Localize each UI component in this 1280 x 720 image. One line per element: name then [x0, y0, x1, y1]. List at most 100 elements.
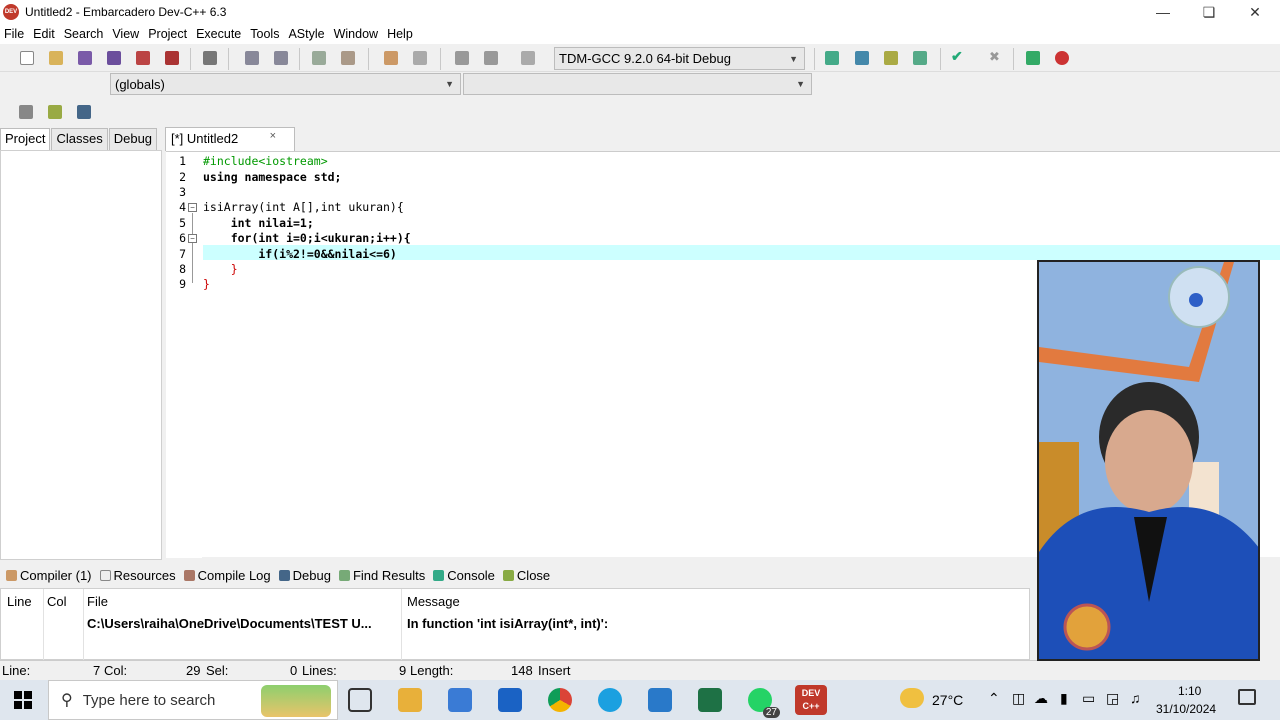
tab-label: Compile Log	[197, 567, 271, 583]
edge-icon[interactable]	[598, 688, 622, 712]
member-select[interactable]: ▼	[463, 73, 812, 95]
print-icon[interactable]	[203, 51, 217, 65]
weather-temperature[interactable]: 27°C	[932, 692, 963, 708]
chevron-up-icon[interactable]: ⌃	[988, 690, 1000, 707]
devcpp-taskbar-icon[interactable]: DEV C++	[795, 685, 827, 715]
debug-icon[interactable]	[1055, 51, 1069, 65]
status-sel-value: 0	[290, 663, 298, 678]
vscode-icon[interactable]	[648, 688, 672, 712]
onedrive-icon[interactable]: ☁	[1034, 690, 1048, 707]
rebuild-all-icon[interactable]	[913, 51, 927, 65]
open-file-icon[interactable]	[49, 51, 63, 65]
column-header-col[interactable]: Col	[47, 594, 67, 609]
indent-icon[interactable]	[455, 51, 469, 65]
menu-window[interactable]: Window	[334, 27, 378, 41]
new-project-icon[interactable]	[19, 105, 33, 119]
redo-icon[interactable]	[413, 51, 427, 65]
tab-classes[interactable]: Classes	[51, 128, 108, 150]
volume-icon[interactable]: ♫	[1130, 690, 1141, 706]
unindent-icon[interactable]	[484, 51, 498, 65]
run-icon[interactable]	[855, 51, 869, 65]
search-highlight-image	[261, 685, 331, 717]
compile-run-icon[interactable]	[884, 51, 898, 65]
restore-button[interactable]: ❏	[1186, 0, 1232, 24]
outlook-icon[interactable]	[498, 688, 522, 712]
close-file-icon[interactable]	[136, 51, 150, 65]
menu-execute[interactable]: Execute	[196, 27, 241, 41]
tab-debug-output[interactable]: Debug	[277, 566, 333, 585]
close-tab-icon[interactable]: ×	[270, 130, 276, 142]
save-icon[interactable]	[78, 51, 92, 65]
tab-find-results[interactable]: Find Results	[337, 566, 427, 585]
weather-icon[interactable]	[900, 688, 924, 708]
syntax-check-icon[interactable]: ✔	[951, 48, 967, 64]
table-cell-file[interactable]: C:\Users\raiha\OneDrive\Documents\TEST U…	[87, 616, 372, 631]
tab-project[interactable]: Project	[0, 128, 51, 150]
menu-help[interactable]: Help	[387, 27, 413, 41]
fold-minus-icon[interactable]: −	[188, 234, 197, 243]
new-file-icon[interactable]	[20, 51, 34, 65]
column-header-message[interactable]: Message	[407, 594, 460, 609]
code-line: int nilai=1;	[203, 216, 314, 230]
column-header-file[interactable]: File	[87, 594, 108, 609]
notifications-icon[interactable]	[1238, 689, 1256, 705]
fold-minus-icon[interactable]: −	[188, 203, 197, 212]
scope-select[interactable]: (globals) ▼	[110, 73, 461, 95]
tab-close[interactable]: Close	[501, 566, 552, 585]
add-to-project-icon[interactable]	[48, 105, 62, 119]
menu-view[interactable]: View	[112, 27, 139, 41]
bookmark-icon[interactable]	[341, 51, 355, 65]
chrome-icon[interactable]	[548, 688, 572, 712]
tab-console[interactable]: Console	[431, 566, 497, 585]
tab-debug[interactable]: Debug	[108, 128, 158, 150]
taskbar-search-input[interactable]: ⚲ Type here to search	[48, 680, 338, 720]
undo-icon[interactable]	[384, 51, 398, 65]
code-line: if(i%2!=0&&nilai<=6)	[203, 247, 397, 261]
close-all-icon[interactable]	[165, 51, 179, 65]
minimize-button[interactable]: —	[1140, 0, 1186, 24]
menu-edit[interactable]: Edit	[33, 27, 55, 41]
compile-icon[interactable]	[825, 51, 839, 65]
menu-file[interactable]: File	[4, 27, 24, 41]
line-number-gutter: 1 2 3 4 5 6 7 8 9 − −	[166, 152, 202, 558]
compiler-messages-table[interactable]: Line Col File Message C:\Users\raiha\One…	[0, 588, 1030, 661]
tab-compile-log[interactable]: Compile Log	[182, 566, 273, 585]
menu-astyle[interactable]: AStyle	[288, 27, 324, 41]
project-options-icon[interactable]	[77, 105, 91, 119]
close-window-button[interactable]: ✕	[1232, 0, 1278, 24]
clock-date[interactable]: 31/10/2024	[1156, 702, 1216, 716]
start-button[interactable]	[0, 680, 46, 720]
column-header-line[interactable]: Line	[7, 594, 32, 609]
left-panel-tabs: Project Classes Debug	[0, 128, 162, 150]
goto-line-icon[interactable]	[312, 51, 326, 65]
tab-resources[interactable]: Resources	[98, 566, 178, 585]
table-cell-message[interactable]: In function 'int isiArray(int*, int)':	[407, 616, 608, 631]
file-explorer-icon[interactable]	[398, 688, 422, 712]
profile-icon[interactable]	[1026, 51, 1040, 65]
battery-icon[interactable]: ▭	[1082, 690, 1095, 707]
save-all-icon[interactable]	[107, 51, 121, 65]
devcpp-app-icon: DEV	[3, 4, 19, 20]
main-toolbar: TDM-GCC 9.2.0 64-bit Debug ▼ ✔ ✖	[0, 44, 1280, 72]
toggle-comment-icon[interactable]	[521, 51, 535, 65]
editor-tab-untitled2[interactable]: [*] Untitled2 ×	[165, 127, 295, 151]
tab-label: Find Results	[352, 567, 426, 583]
find-icon[interactable]	[245, 51, 259, 65]
tab-compiler[interactable]: Compiler (1)	[4, 566, 94, 585]
replace-icon[interactable]	[274, 51, 288, 65]
compiler-select[interactable]: TDM-GCC 9.2.0 64-bit Debug ▼	[554, 47, 805, 70]
status-line-label: Line:	[2, 663, 31, 678]
device-icon[interactable]: ◫	[1012, 690, 1025, 707]
usb-icon[interactable]: ▮	[1060, 690, 1068, 707]
menu-project[interactable]: Project	[148, 27, 187, 41]
wifi-icon[interactable]: ◲	[1106, 690, 1119, 707]
menu-tools[interactable]: Tools	[250, 27, 279, 41]
clock-time[interactable]: 1:10	[1178, 684, 1201, 698]
stop-execution-icon[interactable]: ✖	[989, 49, 1003, 64]
excel-icon[interactable]	[698, 688, 722, 712]
microsoft-store-icon[interactable]	[448, 688, 472, 712]
menu-search[interactable]: Search	[64, 27, 104, 41]
project-browser[interactable]	[0, 150, 162, 560]
task-view-icon[interactable]	[348, 688, 372, 712]
whatsapp-icon[interactable]: 27	[748, 688, 780, 718]
